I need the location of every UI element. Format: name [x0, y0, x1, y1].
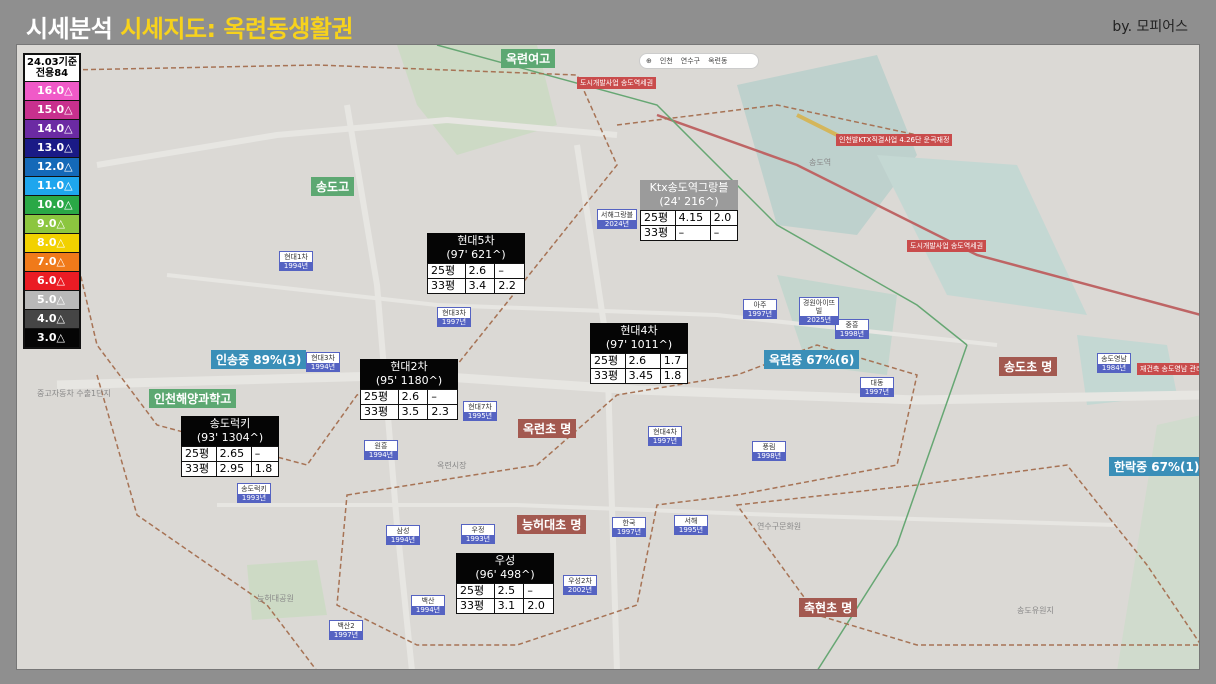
apt-marker[interactable]: 중흥 1998년 [835, 319, 869, 339]
legend-step: 14.0△ [25, 119, 79, 138]
legend-step: 8.0△ [25, 233, 79, 252]
price-box-title: 현대4차 (97' 1011^) [590, 323, 688, 353]
apt-marker[interactable]: 현대3차 1994년 [306, 352, 340, 372]
apt-marker[interactable]: 현대4차 1997년 [648, 426, 682, 446]
page: 시세분석 시세지도: 옥련동생활권 by. 모피어스 ⊕ 인천 연수구 옥련동 … [0, 0, 1216, 684]
map-label: 중고자동차 수출1단지 [37, 389, 111, 398]
map-label: 송도유원지 [1017, 606, 1054, 615]
development-tag: 도시개발사업 송도역세권 [907, 240, 987, 252]
school-label: 축현초 명 [799, 598, 858, 617]
page-title: 시세분석 시세지도: 옥련동생활권 [26, 9, 353, 44]
legend-header: 24.03기준 전용84 [25, 55, 79, 81]
school-label: 인송중 89%(3) [211, 350, 307, 369]
apt-marker[interactable]: 서해그랑블 2024년 [597, 209, 637, 229]
map-label: 연수구문화원 [757, 522, 802, 531]
apt-marker[interactable]: 서해 1995년 [674, 515, 708, 535]
map-label: 옥련시장 [437, 461, 467, 470]
school-label: 한락중 67%(1) [1109, 457, 1199, 476]
development-tag: 도시개발사업 송도역세권 [577, 77, 657, 89]
price-table: 25평 2.6– 33평 3.5 2.3 [360, 389, 458, 420]
price-table: 25평 2.6 1.7 33평 3.45 1.8 [590, 353, 689, 384]
apt-marker[interactable]: 풍림 1998년 [752, 441, 786, 461]
price-table: 25평 2.65– 33평 2.95 1.8 [181, 446, 280, 477]
map-label: 송도역 [809, 158, 832, 167]
breadcrumb-city[interactable]: 인천 [660, 56, 673, 66]
price-box-title: 송도럭키 (93' 1304^) [181, 416, 279, 446]
apt-marker[interactable]: 송도영남 1984년 [1097, 353, 1131, 373]
school-label: 옥련여고 [501, 49, 556, 68]
map-region-breadcrumb[interactable]: ⊕ 인천 연수구 옥련동 [639, 53, 759, 69]
legend-step: 6.0△ [25, 271, 79, 290]
school-label: 송도초 명 [999, 357, 1058, 376]
apt-marker[interactable]: 송도럭키 1993년 [237, 483, 271, 503]
legend-step: 4.0△ [25, 309, 79, 328]
apt-marker[interactable]: 우성2차 2002년 [563, 575, 597, 595]
apt-marker[interactable]: 현대1차 1994년 [279, 251, 313, 271]
apt-marker[interactable]: 경원아이뜨빌 2025년 [799, 297, 839, 325]
legend-step: 7.0△ [25, 252, 79, 271]
development-tag: 인천발KTX직결사업 4.26단 운곡재정 [836, 134, 953, 146]
school-label: 옥련중 67%(6) [764, 350, 860, 369]
school-label: 송도고 [311, 177, 355, 196]
price-box-ktx[interactable]: Ktx송도역그랑블 (24' 216^) 25평 4.15 2.0 33평 – – [640, 180, 739, 241]
location-pin-icon: ⊕ [646, 57, 652, 65]
school-label: 옥련초 명 [518, 419, 577, 438]
apt-marker[interactable]: 아주 1997년 [743, 299, 777, 319]
legend-steps: 16.0△ 15.0△ 14.0△ 13.0△ 12.0△ 11.0△ 10.0△ 9.0△ 8… [25, 81, 79, 347]
title-prefix: 시세분석 [26, 15, 113, 43]
price-box-songdo-lucky[interactable]: 송도럭키 (93' 1304^) 25평 2.65– 33평 2.95 1.8 [181, 416, 280, 477]
legend-step: 15.0△ [25, 100, 79, 119]
legend-step: 3.0△ [25, 328, 79, 347]
price-box-title: 우성 (96' 498^) [456, 553, 554, 583]
breadcrumb-district[interactable]: 연수구 [681, 56, 700, 66]
school-label: 능허대초 명 [517, 515, 587, 534]
map-label: 능허대공원 [257, 594, 294, 603]
price-legend: 24.03기준 전용84 16.0△ 15.0△ 14.0△ 13.0△ 12.0△ 11… [23, 53, 81, 349]
legend-step: 10.0△ [25, 195, 79, 214]
price-table: 25평 2.5– 33평 3.1 2.0 [456, 583, 554, 614]
apt-marker[interactable]: 한국 1997년 [612, 517, 646, 537]
legend-step: 9.0△ [25, 214, 79, 233]
map-canvas[interactable]: ⊕ 인천 연수구 옥련동 24.03기준 전용84 16.0△ 15.0△ 14.0… [16, 44, 1200, 670]
apt-marker[interactable]: 현대3차 1997년 [437, 307, 471, 327]
legend-size: 전용84 [35, 68, 69, 79]
apt-marker[interactable]: 대동 1997년 [860, 377, 894, 397]
price-box-hyundai4[interactable]: 현대4차 (97' 1011^) 25평 2.6 1.7 33평 3.45 1.8 [590, 323, 689, 384]
apt-marker[interactable]: 삼성 1994년 [386, 525, 420, 545]
legend-step: 12.0△ [25, 157, 79, 176]
title-highlight: 시세지도: 옥련동생활권 [120, 15, 353, 43]
development-tag: 재건축 송도영남 관리처분 승가 [1137, 363, 1199, 375]
price-box-title: Ktx송도역그랑블 (24' 216^) [640, 180, 738, 210]
price-box-woosung[interactable]: 우성 (96' 498^) 25평 2.5– 33평 3.1 2.0 [456, 553, 554, 614]
price-box-title: 현대2차 (95' 1180^) [360, 359, 458, 389]
legend-date: 24.03기준 [26, 57, 78, 68]
apt-marker[interactable]: 원흥 1994년 [364, 440, 398, 460]
byline: by. 모피어스 [1112, 19, 1188, 35]
price-table: 25평 4.15 2.0 33평 – – [640, 210, 739, 241]
price-table: 25평 2.6– 33평 3.4 2.2 [427, 263, 525, 294]
legend-step: 5.0△ [25, 290, 79, 309]
legend-step: 13.0△ [25, 138, 79, 157]
apt-marker[interactable]: 현대7차 1995년 [463, 401, 497, 421]
legend-step: 11.0△ [25, 176, 79, 195]
apt-marker[interactable]: 백산2 1997년 [329, 620, 363, 640]
school-label: 인천해양과학고 [149, 389, 237, 408]
price-box-title: 현대5차 (97' 621^) [427, 233, 525, 263]
price-box-hyundai2[interactable]: 현대2차 (95' 1180^) 25평 2.6– 33평 3.5 2.3 [360, 359, 458, 420]
breadcrumb-dong[interactable]: 옥련동 [708, 56, 727, 66]
apt-marker[interactable]: 우정 1993년 [461, 524, 495, 544]
price-box-hyundai5[interactable]: 현대5차 (97' 621^) 25평 2.6– 33평 3.4 2.2 [427, 233, 525, 294]
legend-step: 16.0△ [25, 81, 79, 100]
apt-marker[interactable]: 백산 1994년 [411, 595, 445, 615]
